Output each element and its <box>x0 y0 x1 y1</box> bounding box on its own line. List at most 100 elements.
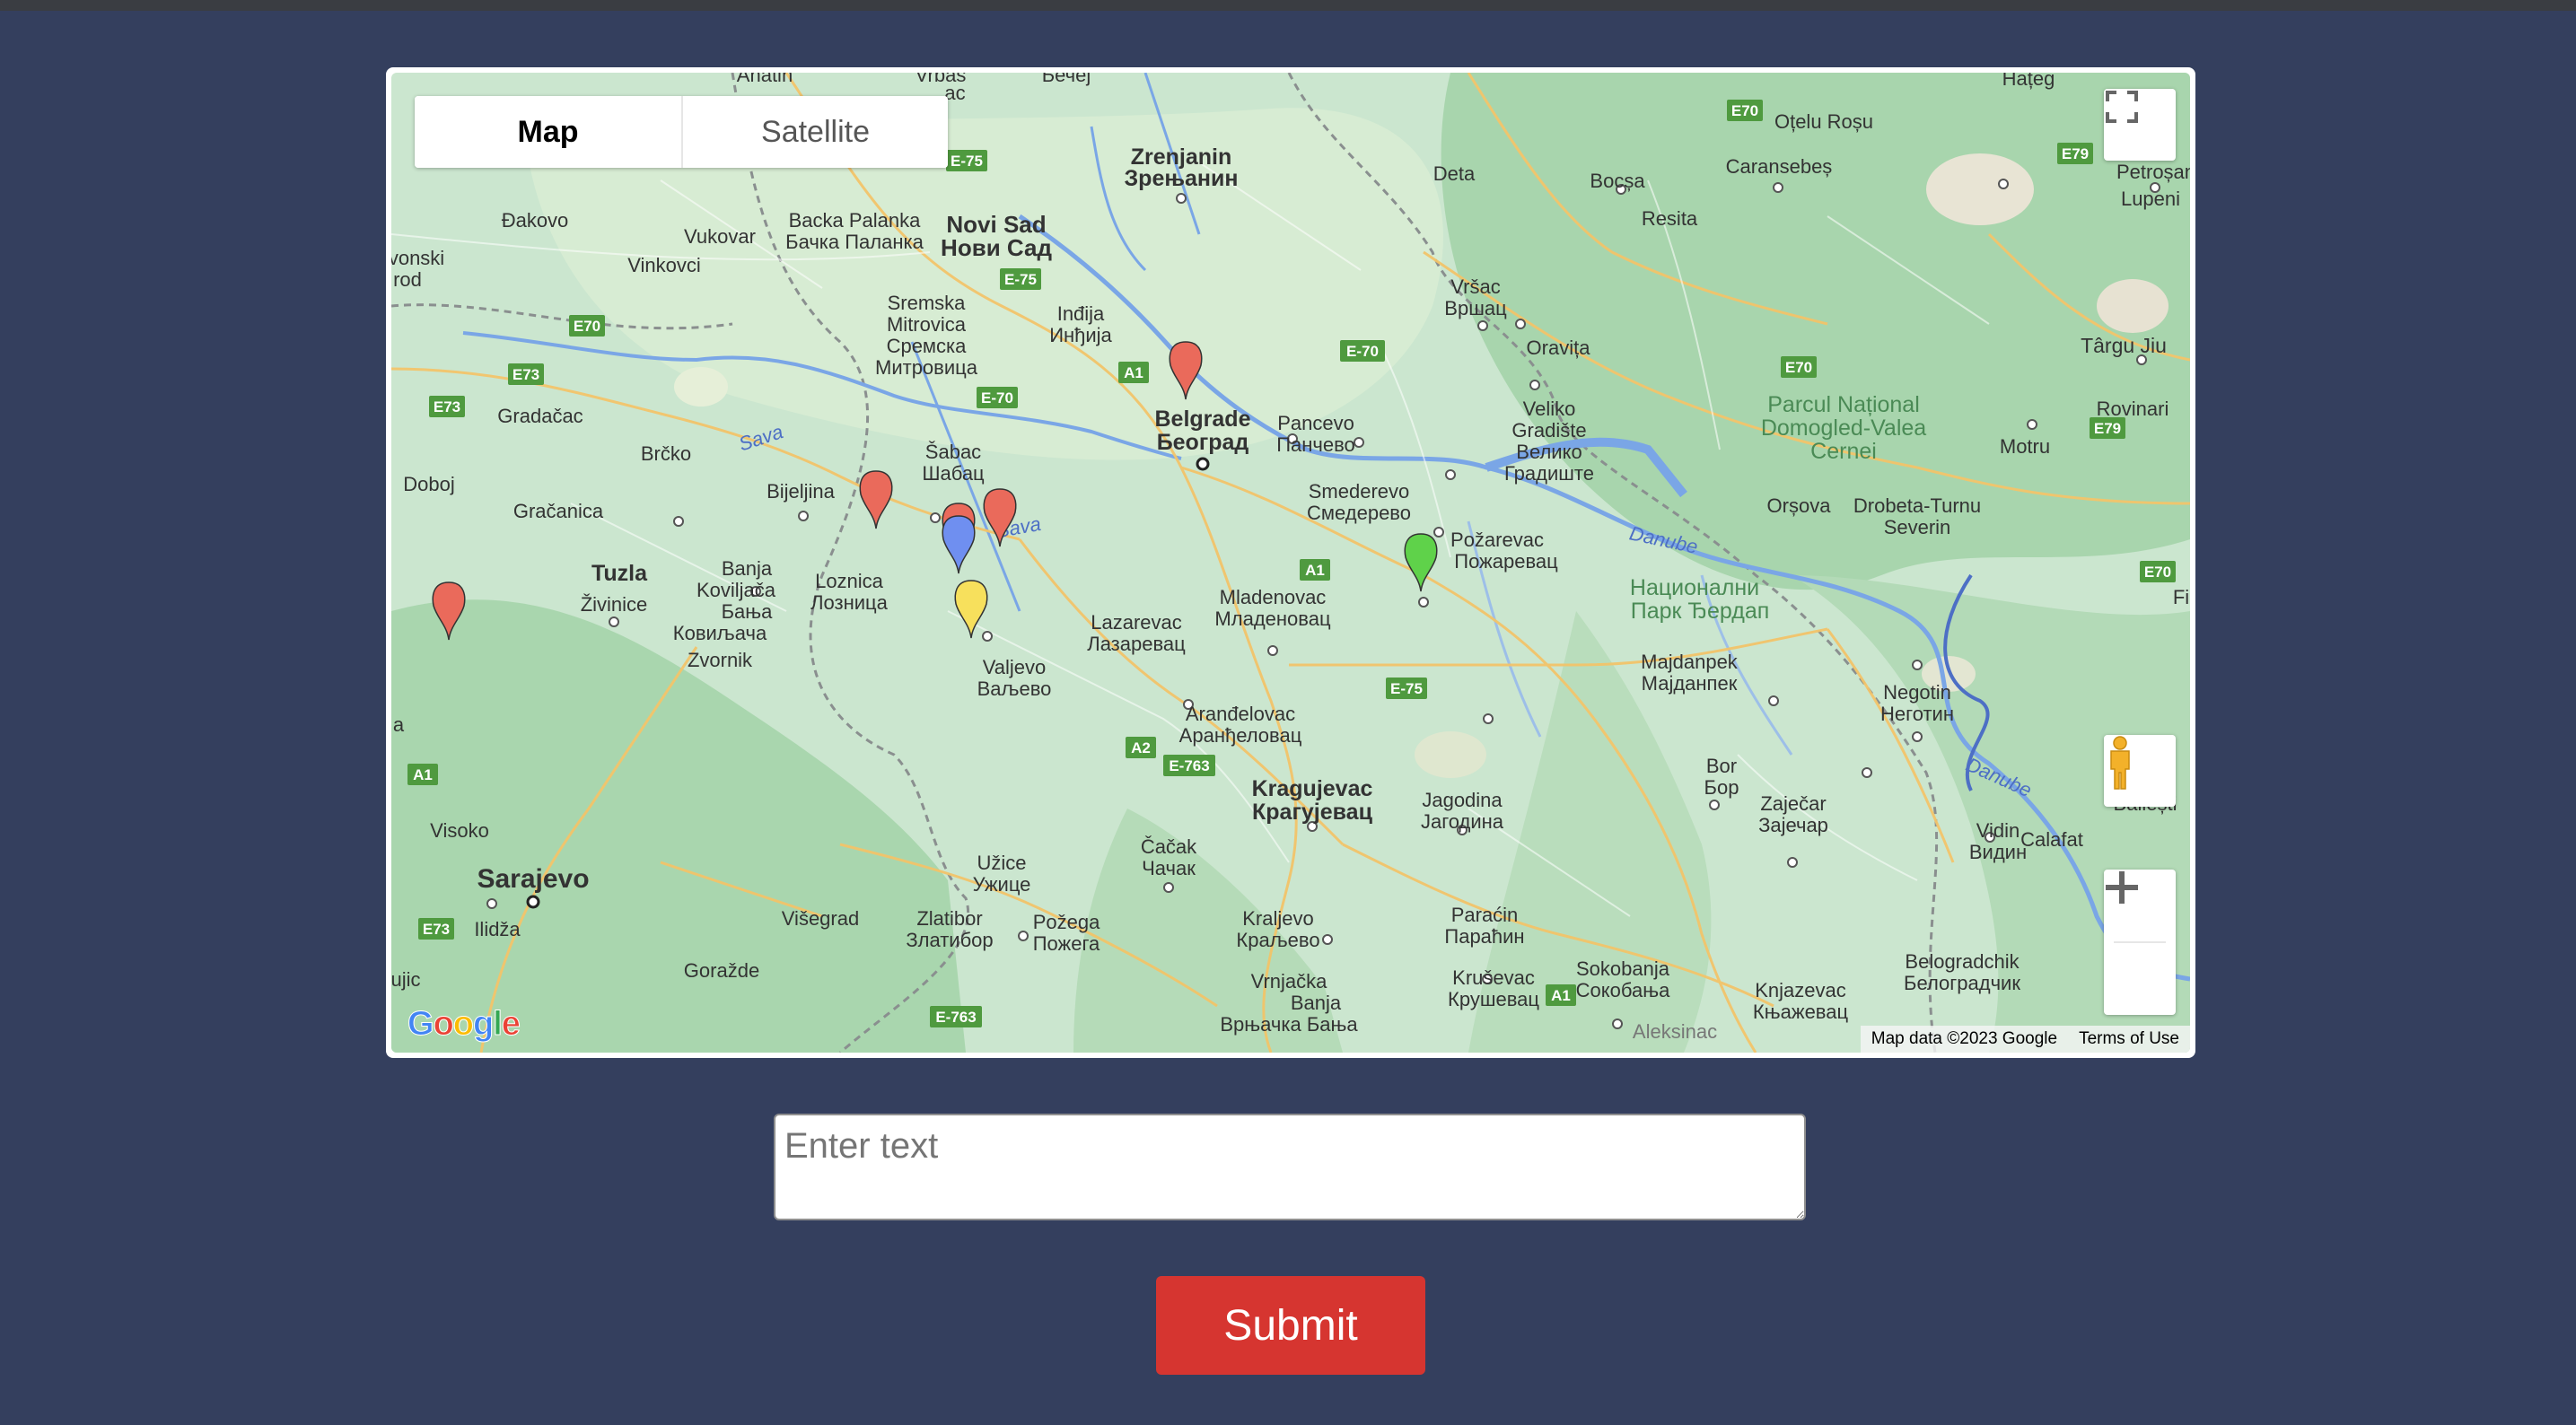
place-label: Sremska <box>888 292 967 314</box>
place-label: Kraljevo <box>1242 907 1313 930</box>
place-label: Младеновац <box>1214 608 1331 630</box>
map-type-control: Map Satellite <box>415 96 948 168</box>
park-label: Domogled-Valea <box>1761 415 1926 441</box>
road-shield: A1 <box>1305 562 1325 579</box>
place-label: Vidin <box>1976 819 2020 842</box>
map-container[interactable]: E-75 E-75 E-70 A1 E-70 A1 E-75 A2 E-763 … <box>386 67 2195 1058</box>
place-label: Mitrovica <box>887 313 967 336</box>
submit-button[interactable]: Submit <box>1156 1276 1425 1375</box>
place-label: Majdanpek <box>1641 651 1739 673</box>
place-label: Aleksinac <box>1633 1020 1717 1043</box>
place-label: Loznica <box>815 570 884 592</box>
place-label: Аранђеловац <box>1179 724 1302 747</box>
place-label: Неготин <box>1880 703 1954 725</box>
place-label: Zvornik <box>688 649 753 671</box>
road-shield: E73 <box>513 366 539 383</box>
road-shield: E73 <box>423 921 450 938</box>
place-label: Јагодина <box>1421 810 1504 833</box>
place-label: Belogradchik <box>1905 950 2020 973</box>
zoom-out-button[interactable] <box>2104 885 2176 1015</box>
place-label: Gradište <box>1511 419 1586 441</box>
place-label: Краљево <box>1236 929 1319 951</box>
road-shield: E-70 <box>1346 343 1379 360</box>
place-label: Rovinari <box>2097 398 2169 420</box>
place-label: Чачак <box>1142 857 1196 879</box>
place-label: Jagodina <box>1422 789 1503 811</box>
place-label: Мајданпек <box>1642 672 1738 695</box>
road-shield: A1 <box>1551 987 1571 1004</box>
place-label: Сремска <box>887 335 968 357</box>
place-label: Бања <box>722 600 774 623</box>
fullscreen-button[interactable] <box>2104 89 2176 161</box>
place-label: Caransebeș <box>1726 155 1833 178</box>
browser-top-bar <box>0 0 2576 11</box>
place-label: Višegrad <box>782 907 859 930</box>
place-label: Petroșan <box>2116 161 2190 183</box>
place-label: Kragujevac <box>1252 776 1373 801</box>
place-label: Brčko <box>641 442 691 465</box>
place-label: Kruševac <box>1452 966 1535 989</box>
text-input[interactable] <box>774 1114 1806 1220</box>
place-label: Велико <box>1516 441 1582 463</box>
place-label: Oțelu Roșu <box>1774 110 1873 133</box>
place-label: Вршац <box>1444 297 1507 319</box>
place-label: Orșova <box>1767 494 1832 517</box>
pegman-icon <box>2110 736 2130 790</box>
place-label: Požega <box>1033 911 1100 933</box>
place-label: Зајечар <box>1758 814 1828 836</box>
map-type-map-button[interactable]: Map <box>415 96 681 168</box>
place-label: Крагујевац <box>1252 800 1373 825</box>
park-label: Парк Ђердап <box>1631 599 1770 624</box>
place-label: Severin <box>1884 516 1951 538</box>
place-label: Параћин <box>1444 925 1524 948</box>
place-label: Gradačac <box>497 405 583 427</box>
place-label: Đakovo <box>502 209 569 232</box>
place-label: Smederevo <box>1309 480 1410 503</box>
road-shield: E-75 <box>1004 271 1037 288</box>
place-label: a <box>393 713 405 736</box>
place-label: Oravița <box>1527 337 1591 359</box>
road-shield: E-75 <box>1390 680 1423 697</box>
place-label: Београд <box>1157 430 1249 455</box>
place-label: Пожаревац <box>1454 550 1558 573</box>
place-label: Lupeni <box>2121 188 2180 210</box>
place-label: Bocșa <box>1590 170 1645 192</box>
map-data-label[interactable]: Map data ©2023 Google <box>1871 1029 2057 1049</box>
map-type-satellite-button[interactable]: Satellite <box>681 96 948 168</box>
place-label: Зрењанин <box>1125 166 1239 191</box>
road-shield: E79 <box>2062 145 2089 162</box>
place-label: Anatin <box>737 73 793 86</box>
road-shield: E70 <box>2144 564 2171 581</box>
place-label: Gračanica <box>513 500 604 522</box>
map-canvas[interactable]: E-75 E-75 E-70 A1 E-70 A1 E-75 A2 E-763 … <box>391 73 2190 1053</box>
place-label: Banja <box>722 557 773 580</box>
google-logo[interactable]: Google <box>407 1005 521 1044</box>
place-label: Aranđelovac <box>1186 703 1295 725</box>
place-label: Бор <box>1704 776 1739 799</box>
place-label: Goražde <box>684 959 759 982</box>
place-label: Шабац <box>922 462 985 485</box>
place-label: Белоградчик <box>1904 972 2020 994</box>
place-label: Belgrade <box>1155 407 1251 432</box>
place-label: Lazarevac <box>1091 611 1182 634</box>
zoom-control <box>2104 870 2176 1015</box>
place-label: Крушевац <box>1448 988 1539 1010</box>
place-label: Ilidža <box>474 918 521 940</box>
place-label: Backa Palanka <box>789 209 922 232</box>
place-label: Pancevo <box>1277 412 1354 434</box>
place-label: Visoko <box>430 819 489 842</box>
place-label: Živinice <box>581 593 648 616</box>
place-label: Užice <box>977 852 1026 874</box>
place-label: Бачка Паланка <box>785 231 924 253</box>
terms-of-use-link[interactable]: Terms of Use <box>2079 1029 2179 1049</box>
place-label: Šabac <box>925 441 981 463</box>
place-label: Златибор <box>906 929 993 951</box>
place-label: Bor <box>1706 755 1737 777</box>
fullscreen-icon <box>2106 91 2138 123</box>
place-label: Vršac <box>1450 275 1500 298</box>
place-label: Смедерево <box>1307 502 1411 524</box>
road-shield: A1 <box>413 766 433 783</box>
place-label: Sarajevo <box>477 864 589 894</box>
street-view-button[interactable] <box>2104 735 2176 807</box>
place-label: Bijeljina <box>767 480 836 503</box>
